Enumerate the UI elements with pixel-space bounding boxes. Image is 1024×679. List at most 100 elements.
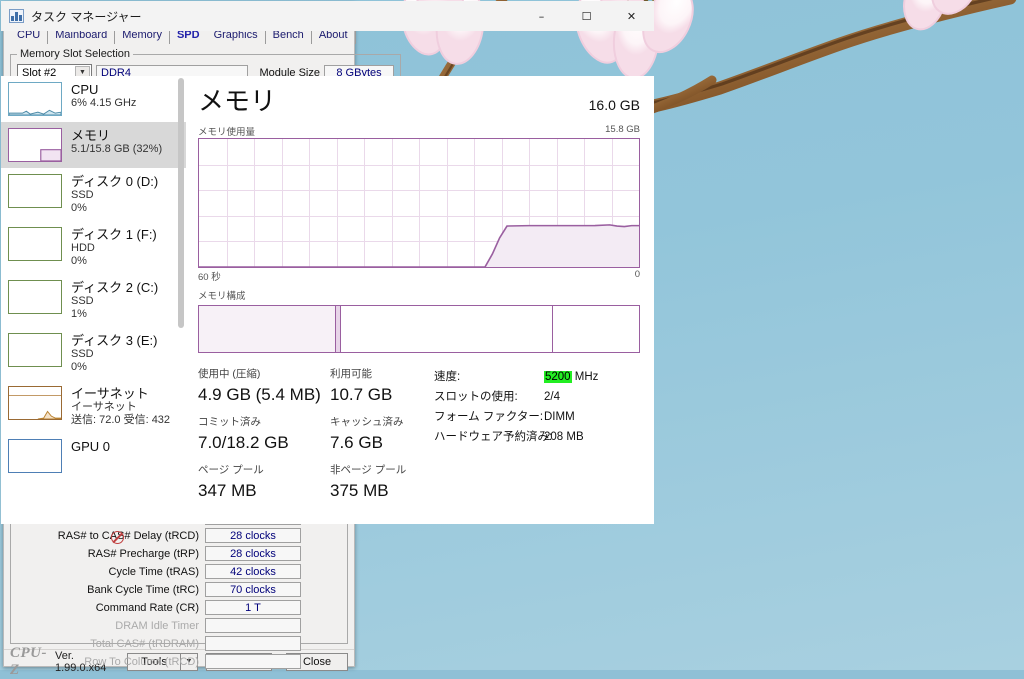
sidebar-item-label: ディスク 1 (F:) [71, 227, 157, 242]
sidebar-item--[interactable]: イーサネットイーサネット送信: 72.0 受信: 432 [1, 380, 186, 433]
task-manager-content: CPU6% 4.15 GHzメモリ5.1/15.8 GB (32%)ディスク 0… [1, 76, 654, 524]
stat-value-in-use: 4.9 GB (5.4 MB) [198, 382, 330, 407]
stat-row-hardware-reserved: ハードウェア予約済み: 208 MB [434, 427, 640, 447]
stat-value-committed: 7.0/18.2 GB [198, 430, 330, 455]
mem-timing-value-8 [205, 618, 301, 633]
mem-timing-value-4: 28 clocks [205, 546, 301, 561]
stat-label-available: 利用可能 [330, 367, 392, 382]
stat-row-speed: 速度: 5200 MHz [434, 367, 640, 387]
memory-composition-label: メモリ構成 [198, 288, 246, 302]
page-title: メモリ [198, 86, 276, 116]
sidebar-thumbnail-dsk [8, 227, 62, 261]
sidebar-thumbnail-dsk [8, 280, 62, 314]
maximize-icon[interactable]: ☐ [564, 1, 609, 31]
sidebar-item--1-f-[interactable]: ディスク 1 (F:)HDD0% [1, 221, 186, 274]
sidebar-item-text: ディスク 3 (E:)SSD0% [71, 333, 158, 374]
memory-detail-panel: メモリ 16.0 GB メモリ使用量 15.8 GB 60 秒 0 メモリ構成 [186, 76, 654, 524]
sidebar-thumbnail-mem [8, 128, 62, 162]
stat-value-speed-rest: MHz [572, 371, 599, 383]
memory-usage-max: 15.8 GB [605, 124, 640, 138]
sidebar-thumbnail-dsk [8, 333, 62, 367]
stat-value-speed: 5200 MHz [544, 367, 598, 387]
resource-monitor-icon [111, 531, 124, 544]
task-manager-window-controls[interactable]: – ☐ ✕ [519, 1, 654, 31]
memory-capacity: 16.0 GB [589, 97, 640, 113]
stat-label-slots-used: スロットの使用: [434, 387, 544, 407]
sidebar-item-label: メモリ [71, 128, 162, 143]
sidebar-item--3-e-[interactable]: ディスク 3 (E:)SSD0% [1, 327, 186, 380]
stat-label-hardware-reserved: ハードウェア予約済み: [434, 427, 544, 447]
stat-value-cached: 7.6 GB [330, 430, 404, 455]
sidebar-item--2-c-[interactable]: ディスク 2 (C:)SSD1% [1, 274, 186, 327]
sidebar-item--[interactable]: メモリ5.1/15.8 GB (32%) [1, 122, 186, 168]
mem-timing-value-3: 28 clocks [205, 528, 301, 543]
sidebar-item-text: ディスク 2 (C:)SSD1% [71, 280, 158, 321]
mem-timing-value-7: 1 T [205, 600, 301, 615]
stat-row-slots-used: スロットの使用: 2/4 [434, 387, 640, 407]
stat-label-speed: 速度: [434, 367, 544, 387]
mem-timing-value-9 [205, 636, 301, 651]
memory-usage-graph [198, 138, 640, 268]
task-manager-window[interactable]: タスク マネージャー – ☐ ✕ ファイル(F) オプション(O) 表示(V) … [0, 0, 655, 551]
sidebar-item-sub1: HDD [71, 242, 157, 255]
memory-usage-label: メモリ使用量 [198, 124, 255, 138]
task-manager-title: タスク マネージャー [31, 8, 142, 25]
stat-row-form-factor: フォーム ファクター: DIMM [434, 407, 640, 427]
sidebar-scrollbar[interactable] [177, 78, 185, 522]
mem-timing-value-5: 42 clocks [205, 564, 301, 579]
sidebar-item-gpu-0[interactable]: GPU 0 [1, 433, 186, 479]
mem-timing-label-9: Total CAS# (tRDRAM) [23, 638, 199, 650]
sidebar-thumbnail-cpu [8, 82, 62, 116]
performance-sidebar[interactable]: CPU6% 4.15 GHzメモリ5.1/15.8 GB (32%)ディスク 0… [1, 76, 186, 524]
sidebar-item-sub2: 0% [71, 361, 158, 374]
task-manager-icon [9, 9, 24, 23]
sidebar-thumbnail-gpu [8, 439, 62, 473]
composition-free [553, 306, 639, 352]
sidebar-item-text: CPU6% 4.15 GHz [71, 82, 136, 110]
task-manager-titlebar[interactable]: タスク マネージャー – ☐ ✕ [1, 1, 654, 31]
memory-composition-caption: メモリ構成 [198, 288, 640, 302]
sidebar-item-label: ディスク 0 (D:) [71, 174, 158, 189]
stat-label-form-factor: フォーム ファクター: [434, 407, 544, 427]
sidebar-item-label: ディスク 2 (C:) [71, 280, 158, 295]
stat-value-paged-pool: 347 MB [198, 478, 330, 503]
sidebar-item-sub2: 0% [71, 255, 157, 268]
sidebar-thumbnail-dsk [8, 174, 62, 208]
axis-label-left: 60 秒 [198, 269, 221, 283]
sidebar-item-text: イーサネットイーサネット送信: 72.0 受信: 432 [71, 386, 170, 427]
mem-timing-value-10 [205, 654, 301, 669]
minimize-icon[interactable]: – [519, 1, 564, 31]
axis-label-right: 0 [635, 269, 640, 283]
sidebar-item-sub1: SSD [71, 348, 158, 361]
sidebar-item-sub1: SSD [71, 295, 158, 308]
memory-panel-header: メモリ 16.0 GB [198, 86, 640, 116]
memory-usage-graph-caption: メモリ使用量 15.8 GB [198, 124, 640, 138]
mem-timing-value-6: 70 clocks [205, 582, 301, 597]
sidebar-item-sub1: 6% 4.15 GHz [71, 97, 136, 110]
mem-timing-label-6: Bank Cycle Time (tRC) [23, 584, 199, 596]
close-icon[interactable]: ✕ [609, 1, 654, 31]
stat-value-slots-used: 2/4 [544, 387, 560, 407]
stat-value-speed-highlight: 5200 [544, 371, 572, 383]
mem-timing-label-4: RAS# Precharge (tRP) [23, 548, 199, 560]
memory-stats-right: 速度: 5200 MHz スロットの使用: 2/4 フォーム ファクター: DI… [428, 367, 640, 503]
memory-statistics: 使用中 (圧縮) 4.9 GB (5.4 MB) 利用可能 10.7 GB コミ… [198, 367, 640, 503]
sidebar-item-text: ディスク 1 (F:)HDD0% [71, 227, 157, 268]
stat-value-nonpaged-pool: 375 MB [330, 478, 406, 503]
memory-composition-bar [198, 305, 640, 353]
memory-usage-plot [199, 139, 639, 267]
stat-label-paged-pool: ページ プール [198, 463, 330, 478]
sidebar-item-cpu[interactable]: CPU6% 4.15 GHz [1, 76, 186, 122]
mem-timing-label-5: Cycle Time (tRAS) [23, 566, 199, 578]
stat-value-form-factor: DIMM [544, 407, 575, 427]
stat-label-nonpaged-pool: 非ページ プール [330, 463, 406, 478]
sidebar-item-sub1: 5.1/15.8 GB (32%) [71, 143, 162, 156]
sidebar-item-sub1: SSD [71, 189, 158, 202]
composition-standby [341, 306, 553, 352]
scrollbar-thumb[interactable] [178, 78, 184, 328]
sidebar-item-label: ディスク 3 (E:) [71, 333, 158, 348]
sidebar-item--0-d-[interactable]: ディスク 0 (D:)SSD0% [1, 168, 186, 221]
stat-label-in-use: 使用中 (圧縮) [198, 367, 330, 382]
composition-in-use [199, 306, 336, 352]
mem-timing-label-7: Command Rate (CR) [23, 602, 199, 614]
